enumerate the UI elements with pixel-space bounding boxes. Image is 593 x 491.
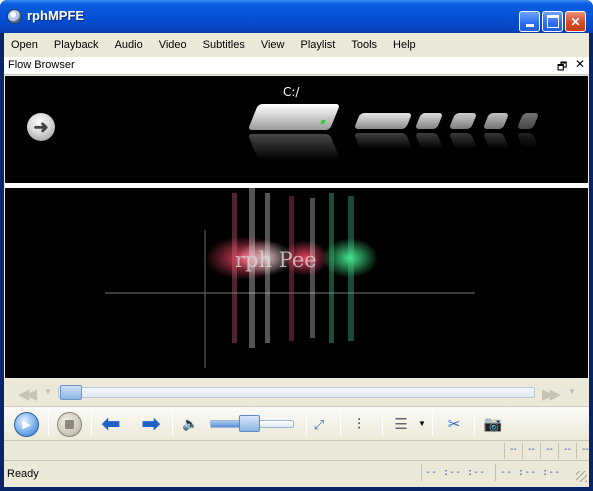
logo-text: rph Pee: [235, 248, 317, 272]
menu-playlist[interactable]: Playlist: [293, 39, 344, 51]
toolbar-separator: [172, 412, 173, 436]
menu-help[interactable]: Help: [385, 39, 424, 51]
toolbar-separator: [382, 412, 383, 436]
video-area[interactable]: rph Pee: [5, 188, 588, 378]
logo-bar-7: [348, 196, 354, 341]
close-icon[interactable]: ✕: [575, 57, 585, 71]
skip-forward-dropdown-icon[interactable]: ▼: [568, 387, 576, 396]
toolbar-separator: [432, 412, 433, 436]
hard-drive-icon[interactable]: [353, 113, 413, 155]
app-window: rphMPFE ✕ Open Playback Audio Video Subt…: [0, 0, 593, 491]
total-time: -- :-- :--: [500, 467, 561, 478]
status-bar: Ready -- :-- :-- -- :-- :--: [4, 460, 589, 484]
status-separator: [495, 464, 496, 481]
drive-body: [247, 104, 341, 130]
drive-body: [482, 113, 510, 129]
playlist-icon[interactable]: ☰: [390, 414, 412, 436]
back-arrow-icon[interactable]: ➜: [27, 113, 55, 141]
hard-drive-icon[interactable]: [482, 113, 510, 155]
drive-reflection: [516, 133, 540, 149]
drive-reflection: [353, 133, 413, 149]
toolbar-separator: [306, 412, 307, 436]
stop-icon[interactable]: [57, 412, 82, 437]
seek-thumb[interactable]: [60, 385, 82, 400]
menu-audio[interactable]: Audio: [107, 39, 151, 51]
toolbar-separator: [474, 412, 475, 436]
close-button[interactable]: ✕: [565, 11, 586, 32]
status-text: Ready: [7, 468, 39, 480]
volume-thumb[interactable]: [239, 415, 260, 432]
scissors-icon[interactable]: ✂: [443, 414, 465, 436]
info-cell: --: [522, 443, 540, 459]
info-cell: --: [558, 443, 576, 459]
playlist-dropdown-icon[interactable]: ▼: [418, 419, 426, 428]
status-separator: [421, 464, 422, 481]
drive-body: [414, 113, 444, 129]
prev-arrow-icon[interactable]: ⬅: [98, 413, 124, 435]
logo-bar-6: [329, 193, 334, 343]
hard-drive-icon[interactable]: [448, 113, 478, 155]
menu-subtitles[interactable]: Subtitles: [195, 39, 253, 51]
hard-drive-icon[interactable]: [414, 113, 444, 155]
restore-icon[interactable]: 🗗: [557, 58, 567, 77]
speaker-icon[interactable]: 🔈: [182, 416, 198, 432]
info-cell: --: [540, 443, 558, 459]
drive-body: [353, 113, 413, 129]
video-logo: rph Pee: [105, 188, 475, 368]
hard-drive-icon[interactable]: [247, 104, 341, 166]
toolbar-separator: [340, 412, 341, 436]
drive-led: [320, 119, 326, 124]
seek-bar: ◀◀ ▼ ▶▶ ▼: [4, 380, 589, 406]
hard-drive-icon[interactable]: [516, 113, 540, 155]
elapsed-time: -- :-- :--: [425, 467, 486, 478]
drive-reflection: [482, 133, 510, 149]
drive-reflection: [448, 133, 478, 149]
menu-bar: Open Playback Audio Video Subtitles View…: [4, 35, 589, 55]
resize-grip[interactable]: [576, 471, 587, 482]
drive-reflection: [414, 133, 444, 149]
toolbar-separator: [48, 412, 49, 436]
window-title: rphMPFE: [27, 8, 85, 23]
menu-view[interactable]: View: [253, 39, 293, 51]
maximize-button[interactable]: [542, 11, 563, 32]
skip-back-dropdown-icon[interactable]: ▼: [44, 387, 52, 396]
skip-back-icon[interactable]: ◀◀: [18, 385, 37, 403]
app-icon[interactable]: [7, 9, 22, 24]
info-bar: -- -- -- -- --: [4, 440, 589, 460]
menu-video[interactable]: Video: [151, 39, 195, 51]
control-toolbar: ▶ ⬅ ➡ 🔈 ⤢ ⫶ ☰ ▼ ✂ 📷: [4, 406, 589, 440]
menu-playback[interactable]: Playback: [46, 39, 107, 51]
drive-reflection: [247, 134, 341, 160]
info-cell: --: [504, 443, 522, 459]
skip-forward-icon[interactable]: ▶▶: [542, 385, 561, 403]
current-path: C:/: [283, 85, 300, 99]
toolbar-separator: [91, 412, 92, 436]
fullscreen-icon[interactable]: ⤢: [308, 414, 330, 436]
flow-browser[interactable]: C:/ ➜: [5, 76, 588, 183]
play-icon[interactable]: ▶: [14, 412, 39, 437]
client-area: Open Playback Audio Video Subtitles View…: [4, 33, 589, 487]
drive-body: [448, 113, 478, 129]
camera-icon[interactable]: 📷: [482, 414, 504, 436]
flow-browser-title: Flow Browser: [8, 59, 75, 71]
equalizer-icon[interactable]: ⫶: [348, 414, 370, 436]
next-arrow-icon[interactable]: ➡: [138, 413, 164, 435]
menu-open[interactable]: Open: [4, 39, 46, 51]
flow-browser-header: Flow Browser 🗗 ✕: [4, 57, 589, 75]
menu-tools[interactable]: Tools: [343, 39, 385, 51]
drive-body: [516, 113, 540, 129]
minimize-button[interactable]: [519, 11, 540, 32]
title-bar[interactable]: rphMPFE ✕: [0, 0, 593, 33]
info-cell: --: [576, 443, 593, 459]
seek-track[interactable]: [58, 387, 535, 398]
